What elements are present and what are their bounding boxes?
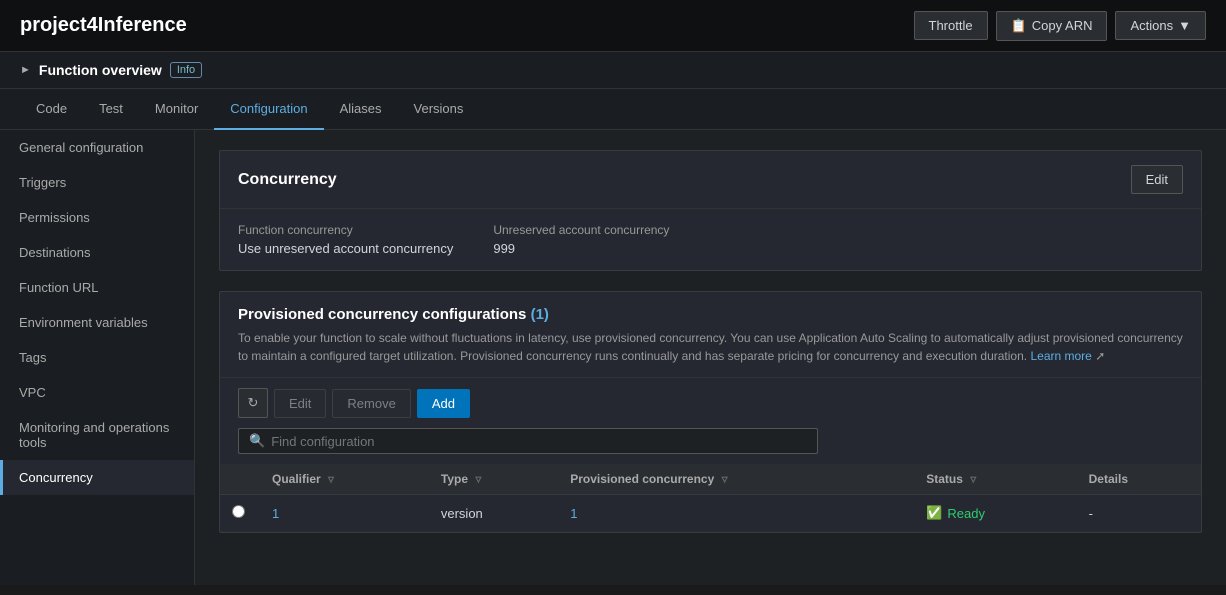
tab-monitor[interactable]: Monitor xyxy=(139,89,214,130)
chevron-down-icon: ▼ xyxy=(1178,18,1191,33)
concurrency-body: Function concurrency Use unreserved acco… xyxy=(220,209,1201,270)
copy-arn-button[interactable]: 📋 Copy ARN xyxy=(996,11,1108,41)
details-col-header: Details xyxy=(1077,464,1201,495)
concurrency-title: Concurrency xyxy=(238,171,337,189)
row-radio-cell[interactable] xyxy=(220,495,260,532)
refresh-button[interactable]: ↻ xyxy=(238,388,268,418)
function-concurrency-value: Use unreserved account concurrency xyxy=(238,241,453,256)
sidebar: General configuration Triggers Permissio… xyxy=(0,130,195,585)
learn-more-link[interactable]: Learn more xyxy=(1030,349,1091,363)
provisioned-title: Provisioned concurrency configurations (… xyxy=(238,306,1183,323)
function-concurrency-label: Function concurrency xyxy=(238,223,453,237)
tab-configuration[interactable]: Configuration xyxy=(214,89,323,130)
provisioned-concurrency-col-header[interactable]: Provisioned concurrency ▿ xyxy=(558,464,914,495)
row-radio-input[interactable] xyxy=(232,505,245,518)
external-link-icon: ➚ xyxy=(1095,349,1105,363)
type-cell: version xyxy=(429,495,558,532)
type-sort-icon: ▿ xyxy=(475,472,481,486)
provisioned-concurrency-sort-icon: ▿ xyxy=(722,472,728,486)
content-layout: General configuration Triggers Permissio… xyxy=(0,130,1226,585)
qualifier-cell: 1 xyxy=(260,495,429,532)
qualifier-col-header[interactable]: Qualifier ▿ xyxy=(260,464,429,495)
tab-code[interactable]: Code xyxy=(20,89,83,130)
provisioned-add-button[interactable]: Add xyxy=(417,389,470,418)
overview-bar: ► Function overview Info xyxy=(0,52,1226,89)
header-actions: Throttle 📋 Copy ARN Actions ▼ xyxy=(914,11,1206,41)
provisioned-concurrency-cell: 1 xyxy=(558,495,914,532)
check-circle-icon: ✅ xyxy=(926,505,942,521)
provisioned-desc: To enable your function to scale without… xyxy=(238,329,1183,365)
tabs-bar: Code Test Monitor Configuration Aliases … xyxy=(0,89,1226,130)
provisioned-table: Qualifier ▿ Type ▿ Provisioned concurren… xyxy=(220,464,1201,532)
unreserved-value: 999 xyxy=(493,241,669,256)
concurrency-header: Concurrency Edit xyxy=(220,151,1201,209)
tab-versions[interactable]: Versions xyxy=(398,89,480,130)
provisioned-edit-button[interactable]: Edit xyxy=(274,389,326,418)
sidebar-item-tags[interactable]: Tags xyxy=(0,340,194,375)
actions-button[interactable]: Actions ▼ xyxy=(1115,11,1206,40)
unreserved-label: Unreserved account concurrency xyxy=(493,223,669,237)
sidebar-item-vpc[interactable]: VPC xyxy=(0,375,194,410)
main-content: Concurrency Edit Function concurrency Us… xyxy=(195,130,1226,585)
tab-test[interactable]: Test xyxy=(83,89,139,130)
provisioned-section: Provisioned concurrency configurations (… xyxy=(219,291,1202,533)
search-input[interactable] xyxy=(271,434,807,449)
expand-icon[interactable]: ► xyxy=(20,64,31,76)
sidebar-item-env-vars[interactable]: Environment variables xyxy=(0,305,194,340)
search-box: 🔍 xyxy=(238,428,818,454)
header: project4Inference Throttle 📋 Copy ARN Ac… xyxy=(0,0,1226,52)
status-col-header[interactable]: Status ▿ xyxy=(914,464,1076,495)
provisioned-toolbar: ↻ Edit Remove Add xyxy=(220,377,1201,428)
sidebar-item-concurrency[interactable]: Concurrency xyxy=(0,460,194,495)
function-concurrency-field: Function concurrency Use unreserved acco… xyxy=(238,223,453,256)
status-ready: ✅ Ready xyxy=(926,505,1064,521)
app-title: project4Inference xyxy=(20,14,187,37)
search-icon: 🔍 xyxy=(249,433,265,449)
info-badge[interactable]: Info xyxy=(170,62,202,78)
status-sort-icon: ▿ xyxy=(970,472,976,486)
sidebar-item-monitoring[interactable]: Monitoring and operations tools xyxy=(0,410,194,460)
provisioned-remove-button[interactable]: Remove xyxy=(332,389,410,418)
tab-aliases[interactable]: Aliases xyxy=(324,89,398,130)
sidebar-item-triggers[interactable]: Triggers xyxy=(0,165,194,200)
overview-title: Function overview xyxy=(39,62,162,78)
provisioned-header: Provisioned concurrency configurations (… xyxy=(220,292,1201,365)
provisioned-count: (1) xyxy=(531,306,549,323)
type-col-header[interactable]: Type ▿ xyxy=(429,464,558,495)
unreserved-concurrency-field: Unreserved account concurrency 999 xyxy=(493,223,669,256)
qualifier-link[interactable]: 1 xyxy=(272,506,279,521)
table-header-row: Qualifier ▿ Type ▿ Provisioned concurren… xyxy=(220,464,1201,495)
concurrency-card: Concurrency Edit Function concurrency Us… xyxy=(219,150,1202,271)
status-cell: ✅ Ready xyxy=(914,495,1076,532)
details-cell: - xyxy=(1077,495,1201,532)
qualifier-sort-icon: ▿ xyxy=(328,472,334,486)
select-all-col xyxy=(220,464,260,495)
throttle-button[interactable]: Throttle xyxy=(914,11,988,40)
sidebar-item-permissions[interactable]: Permissions xyxy=(0,200,194,235)
sidebar-item-destinations[interactable]: Destinations xyxy=(0,235,194,270)
provisioned-concurrency-link[interactable]: 1 xyxy=(570,506,577,521)
copy-icon: 📋 xyxy=(1011,18,1027,34)
sidebar-item-function-url[interactable]: Function URL xyxy=(0,270,194,305)
table-row: 1 version 1 ✅ Ready - xyxy=(220,495,1201,532)
sidebar-item-general[interactable]: General configuration xyxy=(0,130,194,165)
concurrency-edit-button[interactable]: Edit xyxy=(1131,165,1183,194)
